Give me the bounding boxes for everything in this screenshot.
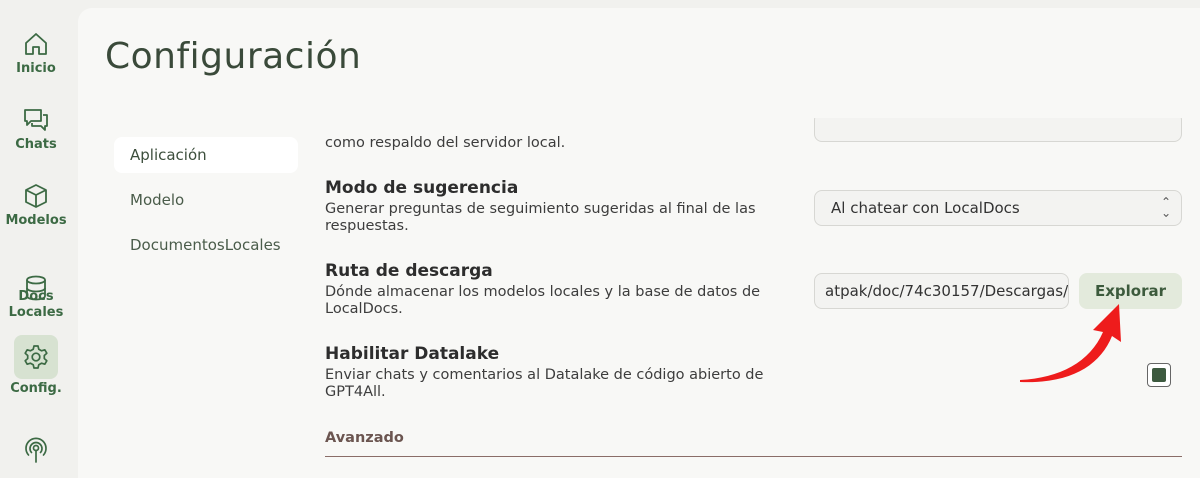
datalake-title: Habilitar Datalake [325, 344, 500, 364]
nav-rail: Inicio Chats Modelos Docs Locales Config… [0, 0, 72, 478]
chevron-up-down-icon: ⌃ ⌃ [1160, 195, 1171, 219]
database-icon [22, 258, 50, 301]
datalake-desc: Enviar chats y comentarios al Datalake d… [325, 367, 764, 400]
suggestion-mode-value: Al chatear con LocalDocs [831, 199, 1020, 217]
nav-item-broadcast[interactable] [0, 436, 72, 467]
suggestion-mode-select[interactable]: Al chatear con LocalDocs ⌃ ⌃ [814, 190, 1182, 226]
datalake-checkbox[interactable] [1147, 363, 1171, 387]
nav-item-localdocs[interactable]: Docs Locales [0, 258, 72, 321]
nav-label-home: Inicio [16, 61, 56, 76]
nav-label-settings: Config. [10, 381, 62, 396]
download-path-title: Ruta de descarga [325, 261, 493, 281]
advanced-section-label: Avanzado [325, 430, 404, 446]
download-path-desc: Dónde almacenar los modelos locales y la… [325, 284, 761, 317]
settings-content: como respaldo del servidor local. Modo d… [325, 118, 1185, 478]
suggestion-mode-desc: Generar preguntas de seguimiento sugerid… [325, 201, 756, 234]
annotation-arrow-icon [1020, 304, 1121, 383]
nav-item-home[interactable]: Inicio [0, 30, 72, 77]
nav-label-models: Modelos [5, 213, 67, 228]
nav-item-models[interactable]: Modelos [0, 182, 72, 229]
chat-icon [22, 106, 50, 134]
broadcast-icon [22, 436, 50, 464]
subnav-item-localdocs[interactable]: DocumentosLocales [114, 227, 298, 263]
page-title: Configuración [105, 36, 362, 77]
partial-setting-desc: como respaldo del servidor local. [325, 135, 566, 151]
subnav-item-application[interactable]: Aplicación [114, 137, 298, 173]
cube-icon [22, 182, 50, 210]
main-panel: Configuración Aplicación Modelo Document… [78, 8, 1200, 478]
partial-setting-field[interactable] [814, 118, 1182, 142]
nav-label-localdocs: Docs Locales [8, 289, 64, 320]
advanced-divider [325, 456, 1182, 457]
subnav-item-model[interactable]: Modelo [114, 182, 298, 218]
nav-item-settings[interactable]: Config. [0, 335, 72, 397]
home-icon [22, 30, 50, 58]
nav-active-highlight [14, 335, 58, 379]
suggestion-mode-title: Modo de sugerencia [325, 178, 519, 198]
nav-item-chats[interactable]: Chats [0, 106, 72, 153]
nav-label-chats: Chats [15, 137, 57, 152]
gear-icon [22, 343, 50, 371]
